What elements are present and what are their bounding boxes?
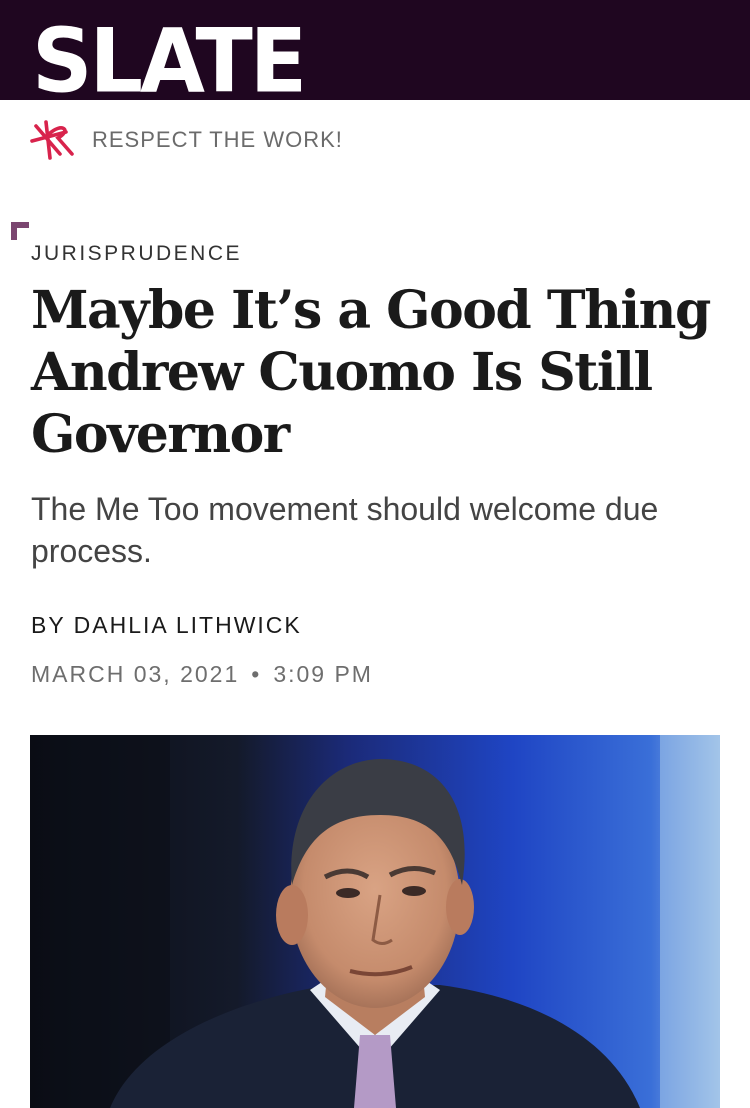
section-kicker[interactable]: JURISPRUDENCE bbox=[31, 242, 242, 266]
hero-image[interactable] bbox=[30, 735, 720, 1108]
slate-plus-star-icon bbox=[30, 120, 74, 160]
promo-text: RESPECT THE WORK! bbox=[92, 127, 343, 152]
publish-date: MARCH 03, 2021 bbox=[31, 661, 240, 687]
article-photo bbox=[30, 735, 720, 1108]
publish-time: 3:09 PM bbox=[273, 661, 373, 687]
respect-the-work-promo[interactable]: RESPECT THE WORK! bbox=[28, 116, 343, 164]
article-headline: Maybe It’s a Good Thing Andrew Cuomo Is … bbox=[31, 280, 711, 465]
masthead: SLATE bbox=[0, 0, 750, 108]
dateline: MARCH 03, 2021 • 3:09 PM bbox=[31, 661, 373, 688]
slate-logo[interactable]: SLATE bbox=[32, 14, 307, 108]
article-dek: The Me Too movement should welcome due p… bbox=[31, 491, 659, 569]
dateline-separator: • bbox=[251, 661, 262, 687]
section-corner-mark bbox=[11, 222, 29, 240]
byline[interactable]: BY DAHLIA LITHWICK bbox=[31, 612, 302, 639]
